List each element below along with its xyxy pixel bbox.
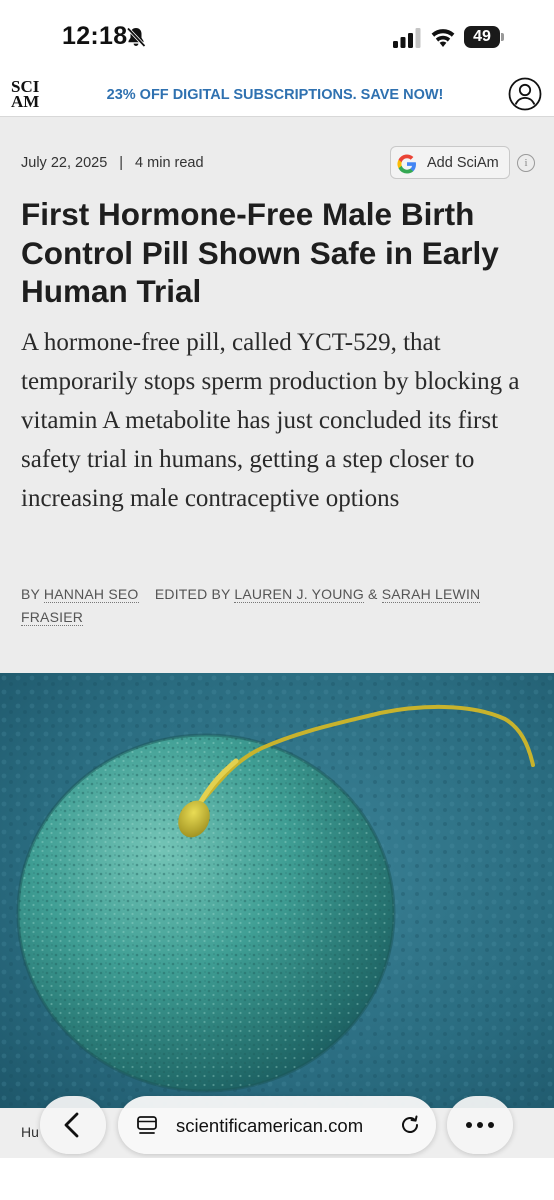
back-button[interactable] [40, 1096, 106, 1154]
chevron-left-icon [64, 1112, 79, 1138]
byline-amp: & [368, 586, 378, 602]
address-bar[interactable]: scientificamerican.com [118, 1096, 436, 1154]
sciam-logo[interactable]: SCI AM [11, 78, 43, 111]
editor-link-1[interactable]: LAUREN J. YOUNG [234, 586, 364, 603]
add-sciam-label: Add SciAm [427, 155, 499, 171]
article-headline: First Hormone-Free Male Birth Control Pi… [21, 196, 499, 309]
hero-image [0, 673, 554, 1108]
add-sciam-button[interactable]: Add SciAm [390, 146, 510, 179]
more-icon [466, 1122, 494, 1128]
article-header: July 22, 2025 | 4 min read Add SciAm i Fir… [0, 117, 554, 673]
read-time: 4 min read [135, 155, 204, 171]
bottom-safe-area [0, 1158, 554, 1200]
promo-banner-link[interactable]: 23% OFF DIGITAL SUBSCRIPTIONS. SAVE NOW! [60, 87, 490, 103]
url-text: scientificamerican.com [176, 1115, 364, 1136]
tabs-icon[interactable] [136, 1114, 158, 1136]
info-icon[interactable]: i [517, 154, 535, 172]
author-link[interactable]: HANNAH SEO [43, 586, 139, 603]
account-icon[interactable] [508, 77, 542, 111]
more-button[interactable] [447, 1096, 513, 1154]
publish-date: July 22, 2025 [21, 155, 108, 171]
google-icon [397, 154, 416, 174]
signal-icon [393, 28, 421, 48]
battery-icon: 49 [464, 26, 506, 48]
byline: BY HANNAH SEO EDITED BY LAUREN J. YOUNG … [21, 583, 531, 629]
reload-icon[interactable] [398, 1113, 422, 1137]
status-time: 12:18 [62, 22, 128, 50]
status-bar: 12:18 49 [0, 0, 554, 76]
hero-caption: Hu [21, 1124, 39, 1140]
article-meta: July 22, 2025 | 4 min read [21, 155, 204, 171]
battery-percentage: 49 [473, 28, 491, 45]
meta-separator: | [119, 155, 124, 171]
byline-edited-by: EDITED BY [154, 586, 231, 602]
site-header: SCI AM 23% OFF DIGITAL SUBSCRIPTIONS. SA… [0, 76, 554, 117]
wifi-icon [431, 29, 455, 47]
byline-by: BY [21, 586, 40, 602]
logo-line-2: AM [11, 92, 40, 111]
bell-slash-icon [126, 27, 146, 48]
article-dek: A hormone-free pill, called YCT-529, tha… [21, 329, 520, 512]
